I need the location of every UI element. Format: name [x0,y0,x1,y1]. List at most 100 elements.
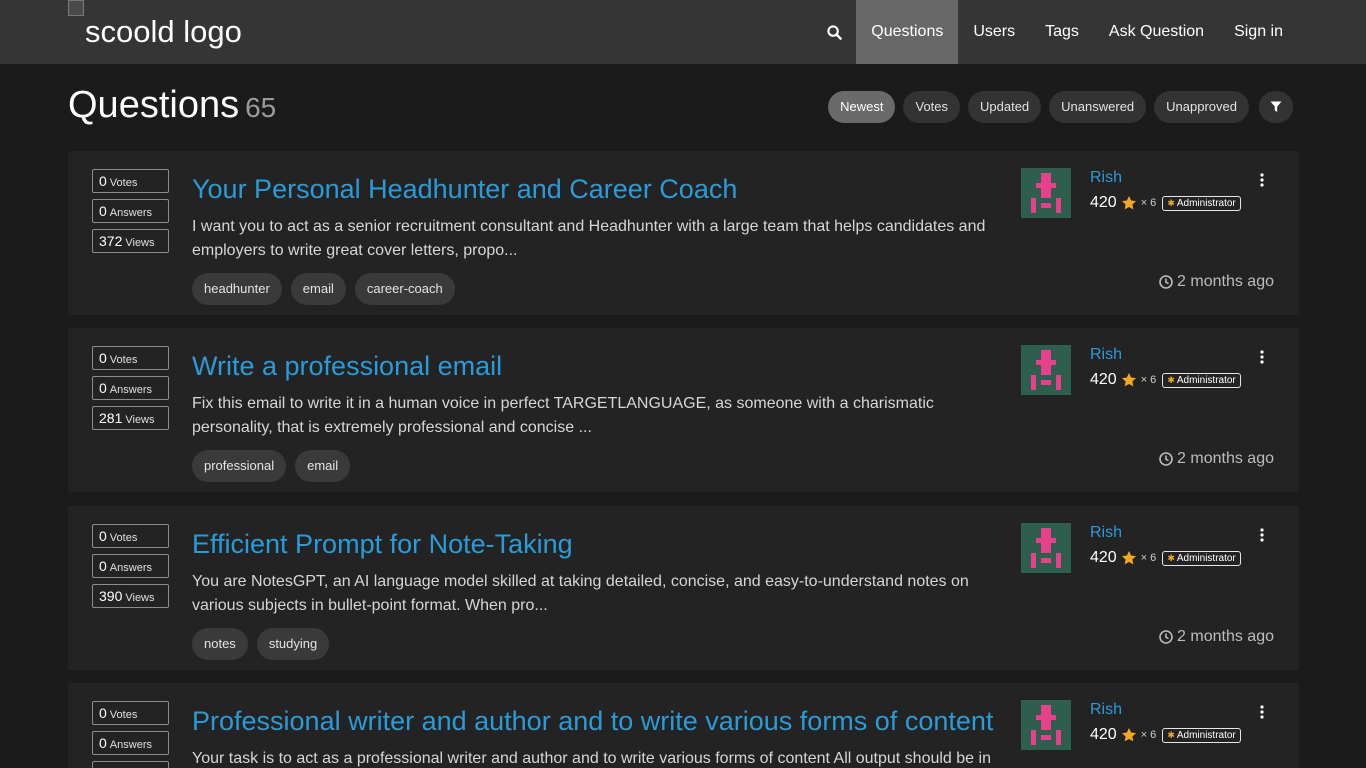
tag-list: headhunter email career-coach [192,273,1002,305]
nav-sign-in[interactable]: Sign in [1219,0,1298,64]
question-count: 65 [245,92,277,123]
vertical-ellipsis-icon [1260,705,1264,719]
question-excerpt: Fix this email to write it in a human vo… [192,395,934,436]
avatar[interactable] [1021,345,1071,395]
votes-stat: 0 Votes [92,169,169,193]
sort-unanswered-button[interactable]: Unanswered [1049,91,1147,123]
views-stat: 281 Views [92,406,169,430]
views-stat: Views [92,761,169,768]
answers-stat: 0 Answers [92,199,169,223]
sort-unapproved-button[interactable]: Unapproved [1154,91,1249,123]
answers-stat: 0 Answers [92,731,169,755]
admin-badge: ✱ Administrator [1162,727,1241,743]
tag-list: notes studying [192,628,1002,660]
author-info: Rish 420 × 6 ✱ Administrator [1021,700,1281,760]
sort-votes-button[interactable]: Votes [903,91,961,123]
badge-multiplier: × 6 [1140,197,1157,209]
tag[interactable]: career-coach [354,273,455,305]
question-card: 0 Votes 0 Answers 390 Views Efficient Promp… [68,506,1299,670]
tag-list: professional email [192,450,1002,482]
question-excerpt: Your task is to act as a professional wr… [192,750,991,767]
tag[interactable]: notes [192,628,248,660]
views-stat: 390 Views [92,584,169,608]
asterisk-icon: ✱ [1167,374,1175,385]
author-name-link[interactable]: Rish [1090,524,1122,542]
reputation-value: 420 [1090,549,1117,566]
filter-button[interactable] [1259,91,1293,123]
question-excerpt: I want you to act as a senior recruitmen… [192,218,986,259]
logo-alt-text: scoold logo [85,14,242,49]
logo-link[interactable]: scoold logo [68,0,242,64]
nav-users[interactable]: Users [958,0,1030,64]
reputation: 420 × 6 ✱ Administrator [1090,194,1241,212]
tag[interactable]: headhunter [192,273,282,305]
more-menu-button[interactable] [1254,525,1270,545]
question-time: 2 months ago [1159,450,1274,468]
question-main: Write a professional email Fix this emai… [192,348,1002,482]
badge-multiplier: × 6 [1140,374,1157,386]
question-main: Professional writer and author and to wr… [192,703,1002,768]
question-time: 2 months ago [1159,628,1274,646]
page-title: Questions 65 [68,84,276,127]
answers-stat: 0 Answers [92,376,169,400]
author-name-link[interactable]: Rish [1090,346,1122,364]
question-stats: 0 Votes 0 Answers 390 Views [92,524,169,614]
avatar[interactable] [1021,523,1071,573]
reputation: 420 × 6 ✱ Administrator [1090,726,1241,744]
question-title-link[interactable]: Professional writer and author and to wr… [192,703,1002,739]
admin-badge: ✱ Administrator [1162,195,1241,211]
sort-updated-button[interactable]: Updated [968,91,1042,123]
question-title-link[interactable]: Your Personal Headhunter and Career Coac… [192,171,1002,207]
reputation: 420 × 6 ✱ Administrator [1090,371,1241,389]
tag[interactable]: email [290,273,346,305]
nav-menu: Questions Users Tags Ask Question Sign i… [812,0,1298,64]
vertical-ellipsis-icon [1260,350,1264,364]
question-main: Efficient Prompt for Note-Taking You are… [192,526,1002,660]
reputation-value: 420 [1090,371,1117,388]
star-icon [1121,728,1136,742]
admin-badge: ✱ Administrator [1162,550,1241,566]
views-stat: 372 Views [92,229,169,253]
sort-bar: Newest Votes Updated Unanswered Unapprov… [828,91,1293,123]
question-card: 0 Votes 0 Answers 372 Views Your Personal H… [68,151,1299,315]
nav-questions[interactable]: Questions [856,0,959,64]
clock-icon [1159,630,1173,644]
tag[interactable]: studying [256,628,330,660]
asterisk-icon: ✱ [1167,729,1175,740]
asterisk-icon: ✱ [1167,552,1175,563]
badge-multiplier: × 6 [1140,729,1157,741]
author-info: Rish 420 × 6 ✱ Administrator [1021,168,1281,228]
search-icon [827,24,842,40]
author-name-link[interactable]: Rish [1090,701,1122,719]
nav-tags[interactable]: Tags [1030,0,1094,64]
question-card: 0 Votes 0 Answers 281 Views Write a profess… [68,328,1299,492]
author-name-link[interactable]: Rish [1090,169,1122,187]
votes-stat: 0 Votes [92,524,169,548]
admin-badge: ✱ Administrator [1162,372,1241,388]
question-main: Your Personal Headhunter and Career Coac… [192,171,1002,305]
question-card: 0Votes 0Answers Views Professional write… [68,683,1299,768]
navbar: scoold logo Questions Users Tags Ask Que… [0,0,1366,64]
question-title-link[interactable]: Efficient Prompt for Note-Taking [192,526,1002,562]
nav-ask-question[interactable]: Ask Question [1094,0,1219,64]
tag[interactable]: email [295,450,351,482]
reputation: 420 × 6 ✱ Administrator [1090,549,1241,567]
more-menu-button[interactable] [1254,170,1270,190]
author-info: Rish 420 × 6 ✱ Administrator [1021,523,1281,583]
asterisk-icon: ✱ [1167,197,1175,208]
tag[interactable]: professional [192,450,287,482]
clock-icon [1159,275,1173,289]
more-menu-button[interactable] [1254,347,1270,367]
question-stats: 0 Votes 0 Answers 281 Views [92,346,169,436]
avatar[interactable] [1021,700,1071,750]
vertical-ellipsis-icon [1260,173,1264,187]
question-title-link[interactable]: Write a professional email [192,348,1002,384]
search-button[interactable] [812,0,856,64]
avatar[interactable] [1021,168,1071,218]
filter-icon [1270,101,1282,112]
question-excerpt: You are NotesGPT, an AI language model s… [192,573,969,614]
more-menu-button[interactable] [1254,702,1270,722]
votes-stat: 0 Votes [92,701,169,725]
broken-image-icon [68,0,84,16]
sort-newest-button[interactable]: Newest [828,91,896,123]
